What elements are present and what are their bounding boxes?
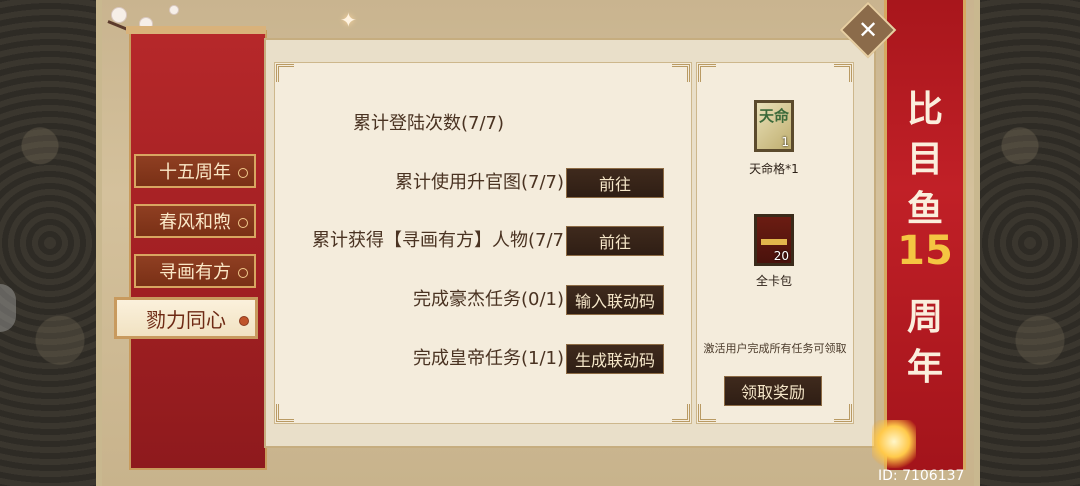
tab-label: 勠力同心 bbox=[146, 307, 226, 332]
token-glyph: 天命 bbox=[759, 107, 790, 125]
banner-char: 年 bbox=[906, 347, 943, 388]
blossom-decor bbox=[112, 8, 126, 22]
user-id: ID: 7106137 bbox=[878, 468, 965, 484]
goto-button[interactable]: 前往 bbox=[566, 226, 664, 256]
task-label: 完成豪杰任务(0/1) bbox=[412, 289, 564, 310]
tab-indicator-icon bbox=[239, 316, 249, 326]
task-row: 累计使用升官图(7/7) 前往 bbox=[274, 166, 684, 200]
close-icon: ✕ bbox=[857, 16, 879, 44]
task-label: 完成皇帝任务(1/1) bbox=[412, 348, 564, 369]
tab-label: 十五周年 bbox=[159, 162, 231, 183]
corner-ornament bbox=[672, 64, 690, 82]
card-pack-icon[interactable]: 20 bbox=[754, 214, 794, 266]
tianming-token-icon[interactable]: 天命 1 bbox=[754, 100, 794, 152]
right-border bbox=[974, 0, 980, 486]
corner-ornament bbox=[276, 404, 294, 422]
banner-char: 鱼 bbox=[906, 189, 943, 230]
task-label: 累计使用升官图(7/7) bbox=[394, 172, 564, 193]
tab-indicator-icon bbox=[238, 268, 248, 278]
tab-united-effort[interactable]: 勠力同心 bbox=[114, 297, 258, 339]
banner-char: 15 bbox=[897, 228, 953, 274]
tab-indicator-icon bbox=[238, 168, 248, 178]
left-decor-panel bbox=[0, 0, 100, 486]
corner-ornament bbox=[698, 404, 716, 422]
task-row: 累计获得【寻画有方】人物(7/7 前往 bbox=[274, 224, 684, 258]
claim-reward-button[interactable]: 领取奖励 bbox=[724, 376, 822, 406]
tab-indicator-icon bbox=[238, 218, 248, 228]
tab-painting-search[interactable]: 寻画有方 bbox=[134, 254, 256, 288]
corner-ornament bbox=[834, 404, 852, 422]
task-label: 累计获得【寻画有方】人物(7/7 bbox=[312, 230, 564, 251]
tab-column-cap bbox=[126, 26, 266, 34]
tab-spring-breeze[interactable]: 春风和煦 bbox=[134, 204, 256, 238]
reward-count: 20 bbox=[773, 249, 789, 263]
enter-link-code-button[interactable]: 输入联动码 bbox=[566, 285, 664, 315]
reward-note: 激活用户完成所有任务可领取 bbox=[703, 342, 847, 355]
lantern-icon bbox=[872, 420, 916, 468]
banner-char: 周 bbox=[906, 297, 943, 338]
corner-ornament bbox=[672, 404, 690, 422]
task-row: 完成皇帝任务(1/1) 生成联动码 bbox=[274, 342, 684, 376]
tab-label: 寻画有方 bbox=[159, 262, 231, 283]
tab-label: 春风和煦 bbox=[159, 212, 231, 233]
butterfly-icon: ✦ bbox=[340, 8, 357, 32]
blossom-decor bbox=[170, 6, 178, 14]
tab-fifteenth-anniversary[interactable]: 十五周年 bbox=[134, 154, 256, 188]
goto-button[interactable]: 前往 bbox=[566, 168, 664, 198]
banner-char: 比 bbox=[906, 89, 943, 130]
generate-link-code-button[interactable]: 生成联动码 bbox=[566, 344, 664, 374]
task-row: 完成豪杰任务(0/1) 输入联动码 bbox=[274, 283, 684, 317]
tab-column bbox=[129, 30, 267, 470]
task-row: 累计登陆次数(7/7) bbox=[274, 107, 684, 141]
ribbon-decor bbox=[761, 239, 787, 245]
corner-ornament bbox=[834, 64, 852, 82]
reward-name: 天命格*1 bbox=[749, 162, 799, 176]
task-label: 累计登陆次数(7/7) bbox=[352, 113, 504, 134]
banner-char: 目 bbox=[906, 139, 943, 180]
reward-count: 1 bbox=[781, 135, 789, 149]
right-decor-panel bbox=[980, 0, 1080, 486]
corner-ornament bbox=[276, 64, 294, 82]
corner-ornament bbox=[698, 64, 716, 82]
reward-name: 全卡包 bbox=[755, 274, 792, 288]
